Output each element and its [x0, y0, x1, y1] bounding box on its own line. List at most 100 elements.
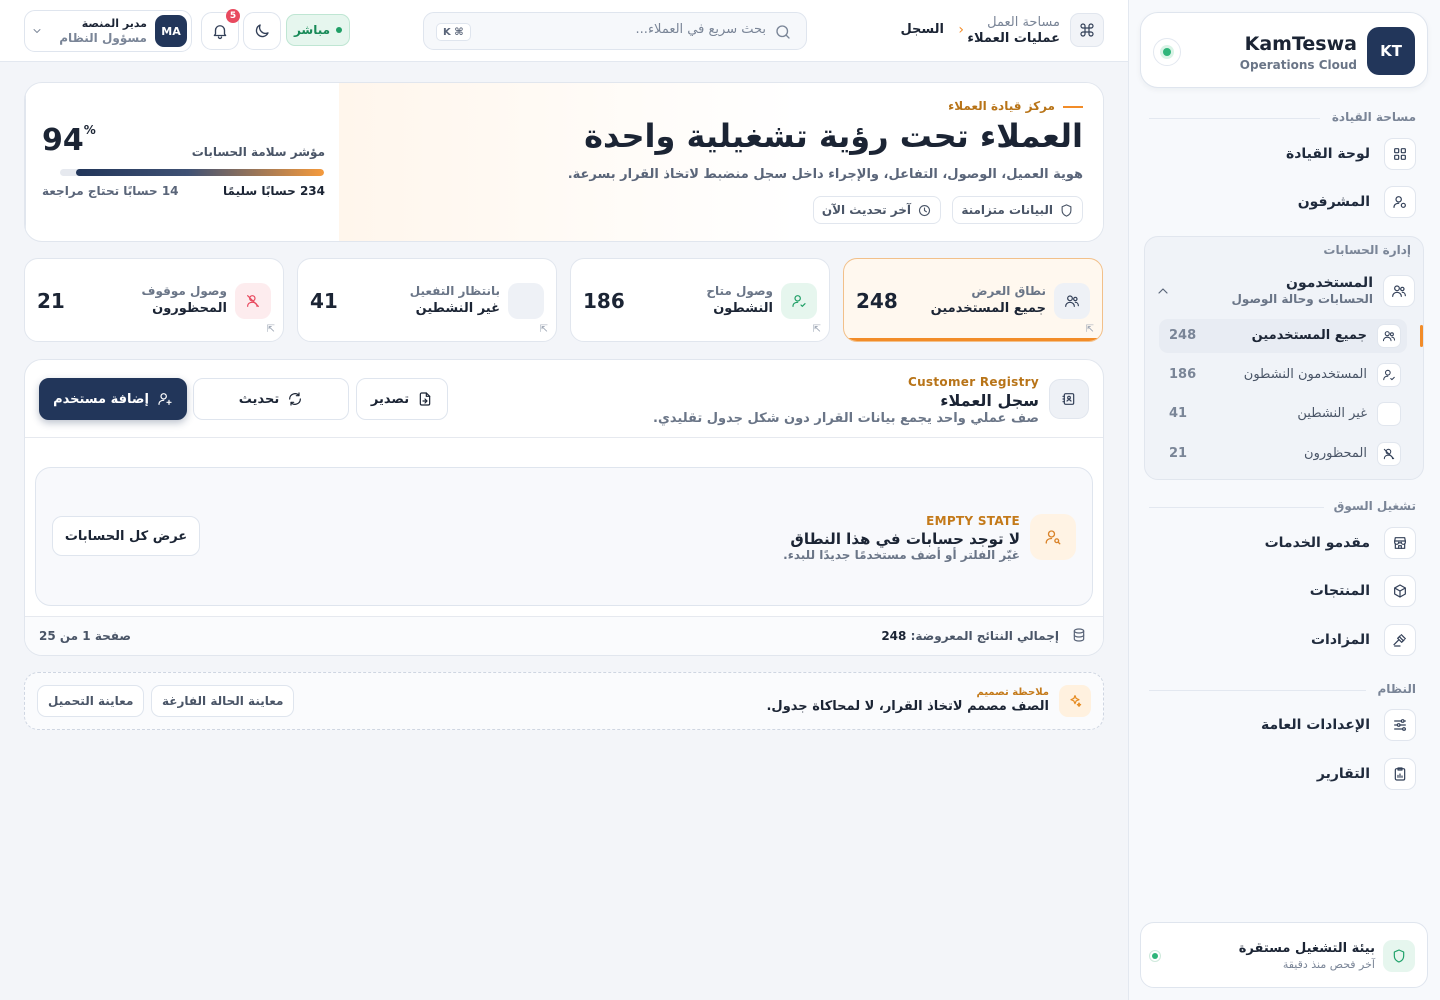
nav-providers[interactable]: مقدمو الخدمات — [1140, 525, 1416, 561]
nav-label: المزادات — [1310, 632, 1370, 648]
report-icon — [1384, 758, 1416, 790]
show-all-accounts-button[interactable]: عرض كل الحسابات — [52, 516, 200, 556]
nav-dashboard[interactable]: لوحة القيادة — [1140, 136, 1416, 172]
hero-card: مركز قيادة العملاء العملاء تحت رؤية تشغي… — [24, 82, 1104, 242]
total-results: إجمالي النتائج المعروضة: 248 — [881, 629, 1059, 643]
empty-description: غيّر الفلتر أو أضف مستخدمًا جديدًا للبدء… — [783, 548, 1020, 562]
user-check-icon — [781, 283, 817, 319]
chevron-up-icon[interactable] — [1155, 283, 1171, 299]
environment-status-card: بيئة التشغيل مستقرة آخر فحص منذ دقيقة — [1140, 922, 1428, 988]
brand-subtitle: Operations Cloud — [1239, 58, 1357, 72]
clock-icon — [918, 204, 931, 216]
button-label: إضافة مستخدم — [53, 391, 149, 407]
section-title-market: تشغيل السوق — [1333, 499, 1416, 513]
shortcut-hint: ⌘ K — [436, 23, 471, 41]
sub-item-label: جميع المستخدمين — [1251, 328, 1367, 343]
button-label: تحديث — [238, 391, 280, 407]
breadcrumb-parent[interactable]: مساحة العمل — [987, 15, 1060, 30]
section-title-command: مساحة القيادة — [1331, 110, 1416, 124]
stat-title: المحظورون — [152, 301, 227, 316]
brand-name: KamTeswa — [1244, 33, 1357, 55]
sub-item-active-users[interactable]: المستخدمون النشطون 186 — [1159, 358, 1407, 392]
nav-products[interactable]: المنتجات — [1140, 573, 1416, 609]
hero-description: هوية العميل، الوصول، التفاعل، والإجراء د… — [567, 167, 1083, 182]
search-icon — [774, 23, 792, 41]
health-unit: % — [83, 123, 96, 137]
preview-loading-button[interactable]: معاينة التحميل — [37, 685, 145, 717]
box-icon — [1384, 575, 1416, 607]
sub-item-label: المستخدمون النشطون — [1243, 367, 1367, 382]
live-label: مباشر — [293, 23, 331, 37]
user-check-icon — [1377, 363, 1401, 387]
nav-label: لوحة القيادة — [1285, 146, 1370, 162]
sub-item-blocked-users[interactable]: المحظورون 21 — [1159, 437, 1407, 471]
user-role: مدير المنصة — [81, 17, 147, 30]
user-plus-icon — [158, 393, 172, 405]
user-title: مسؤول النظام — [59, 31, 147, 45]
nav-reports[interactable]: التقارير — [1140, 756, 1416, 792]
sidebar: KT KamTeswa Operations Cloud مساحة القيا… — [1128, 0, 1440, 1000]
stat-label: وصول متاح — [706, 284, 773, 298]
breadcrumb-section[interactable]: عمليات العملاء — [967, 31, 1060, 46]
section-title-system: النظام — [1377, 682, 1416, 696]
topbar: مساحة العمل عمليات العملاء ‹ السجل ⌘ K م… — [0, 0, 1128, 62]
env-subtitle: آخر فحص منذ دقيقة — [1282, 958, 1375, 971]
hero-main: مركز قيادة العملاء العملاء تحت رؤية تشغي… — [339, 83, 1103, 241]
sub-item-all-users[interactable]: جميع المستخدمين 248 — [1159, 319, 1423, 353]
page-title: العملاء تحت رؤية تشغيلية واحدة — [584, 117, 1083, 155]
nav-label: الإعدادات العامة — [1261, 717, 1370, 733]
brand-card: KT KamTeswa Operations Cloud — [1140, 12, 1428, 88]
health-progress-fill — [75, 169, 324, 176]
theme-toggle-button[interactable] — [243, 12, 281, 50]
stat-card-blocked-users[interactable]: وصول موقوف المحظورون 21 ⇱ — [24, 258, 284, 342]
stat-card-inactive-users[interactable]: بانتظار التفعيل غير النشطين 41 ⇱ — [297, 258, 557, 342]
chevron-left-icon: ‹ — [958, 22, 964, 38]
design-note: ملاحظة تصميم الصف مصمم لاتخاذ القرار، لا… — [24, 672, 1104, 730]
sub-item-inactive-users[interactable]: غير النشطين 41 — [1159, 397, 1407, 431]
live-dot-icon — [336, 27, 343, 33]
add-user-button[interactable]: إضافة مستخدم — [39, 378, 187, 420]
export-button[interactable]: تصدير — [356, 378, 448, 420]
search-box[interactable]: ⌘ K — [423, 12, 807, 50]
user-menu[interactable]: MA مدير المنصة مسؤول النظام — [24, 10, 192, 52]
chip-label: آخر تحديث الآن — [821, 203, 911, 217]
last-updated-chip: آخر تحديث الآن — [812, 196, 941, 224]
gavel-icon — [1384, 624, 1416, 656]
command-icon[interactable] — [1070, 13, 1104, 47]
health-value: 94% — [42, 123, 96, 158]
stat-card-all-users[interactable]: نطاق العرض جميع المستخدمين 248 ⇱ — [843, 258, 1103, 342]
sliders-icon — [1384, 709, 1416, 741]
users-icon — [1383, 275, 1415, 307]
blank-icon — [1377, 402, 1401, 426]
sub-item-count: 21 — [1169, 446, 1188, 461]
stat-card-active-users[interactable]: وصول متاح النشطون 186 ⇱ — [570, 258, 830, 342]
preview-empty-button[interactable]: معاينة الحالة الفارغة — [151, 685, 295, 717]
search-input[interactable] — [506, 22, 766, 37]
sub-item-label: غير النشطين — [1297, 406, 1367, 421]
divider — [1149, 118, 1320, 119]
nav-supervisors[interactable]: المشرفون — [1140, 184, 1416, 220]
registry-title: سجل العملاء — [940, 391, 1039, 410]
notifications-button[interactable]: 5 — [201, 9, 240, 50]
status-dot-icon — [1153, 38, 1181, 66]
refresh-icon — [289, 392, 302, 406]
notification-count-badge: 5 — [226, 9, 240, 23]
nav-label: المشرفون — [1297, 194, 1370, 210]
contacts-book-icon — [1049, 379, 1089, 419]
health-progress-bar — [60, 169, 324, 176]
nav-auctions[interactable]: المزادات — [1140, 622, 1416, 658]
divider — [1149, 690, 1366, 691]
stat-title: النشطون — [713, 301, 773, 316]
nav-settings[interactable]: الإعدادات العامة — [1140, 707, 1416, 743]
sub-item-label: المحظورون — [1304, 446, 1367, 461]
arrow-up-left-icon: ⇱ — [266, 324, 275, 335]
users-icon — [1054, 283, 1090, 319]
sub-item-count: 186 — [1169, 367, 1197, 382]
empty-state: EMPTY STATE لا توجد حسابات في هذا النطاق… — [35, 467, 1093, 606]
nav-users[interactable]: المستخدمون الحسابات وحالة الوصول — [1151, 273, 1415, 311]
grid-icon — [1384, 138, 1416, 170]
user-x-icon — [235, 283, 271, 319]
stat-value: 41 — [310, 289, 338, 313]
refresh-button[interactable]: تحديث — [193, 378, 349, 420]
user-x-icon — [1377, 442, 1401, 466]
